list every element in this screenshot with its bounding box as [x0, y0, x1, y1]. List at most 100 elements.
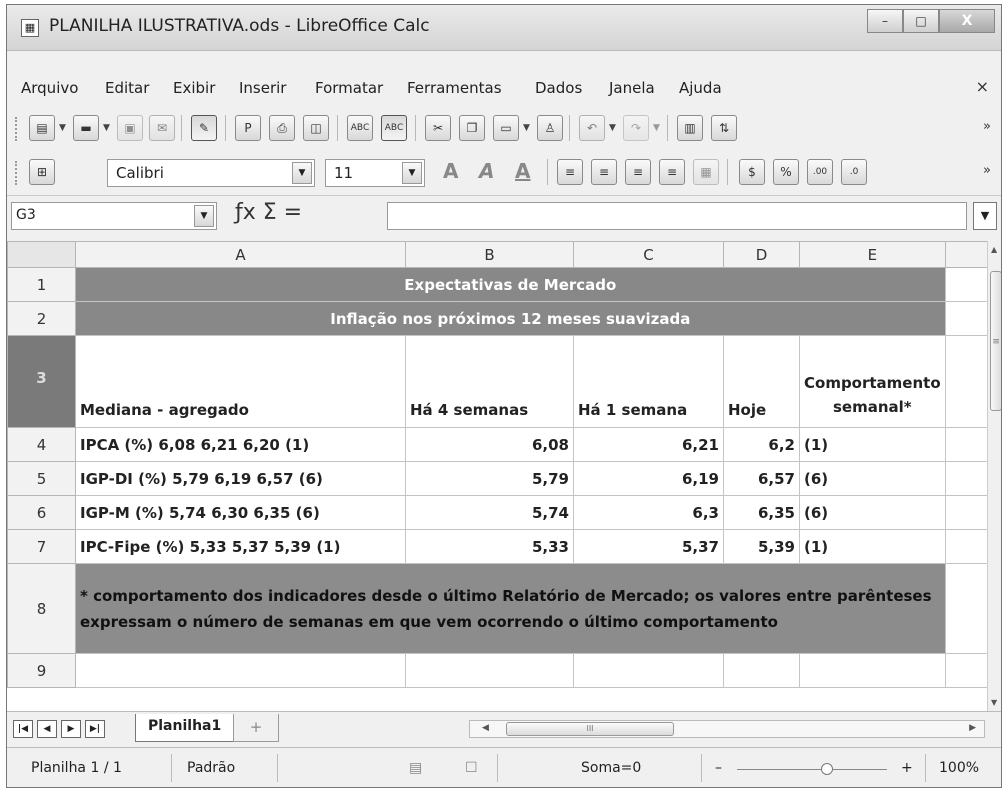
- vertical-scroll-thumb[interactable]: ≡: [990, 271, 1001, 411]
- cell-empty[interactable]: [573, 653, 724, 688]
- column-header-d[interactable]: D: [723, 241, 800, 268]
- bold-icon[interactable]: A: [443, 159, 458, 183]
- zoom-in-button[interactable]: +: [901, 760, 913, 776]
- copy-icon[interactable]: ❐: [459, 115, 485, 141]
- cell-header-c[interactable]: Há 1 semana: [573, 335, 724, 428]
- scroll-left-icon[interactable]: ◀: [482, 723, 489, 733]
- cell-b[interactable]: 5,74: [405, 495, 574, 530]
- row-header[interactable]: 9: [7, 653, 76, 688]
- justify-icon[interactable]: ≡: [659, 159, 685, 185]
- spreadsheet-grid[interactable]: A B C D E 1 Expectativas de Mercado 2 In…: [7, 241, 1001, 711]
- scroll-right-icon[interactable]: ▶: [969, 723, 976, 733]
- close-button[interactable]: X: [939, 9, 995, 33]
- cell-header-a[interactable]: Mediana - agregado: [75, 335, 406, 428]
- align-left-icon[interactable]: ≡: [557, 159, 583, 185]
- cell-header-d[interactable]: Hoje: [723, 335, 800, 428]
- cell-e[interactable]: (1): [799, 427, 946, 462]
- chevron-down-icon[interactable]: ▼: [609, 123, 616, 133]
- minimize-button[interactable]: –: [867, 9, 903, 33]
- row-header-selected[interactable]: 3: [7, 335, 76, 428]
- percent-icon[interactable]: %: [773, 159, 799, 185]
- page-style[interactable]: Padrão: [187, 760, 235, 776]
- chevron-down-icon[interactable]: ▼: [103, 123, 110, 133]
- cell-d[interactable]: 5,39: [723, 529, 800, 564]
- row-header[interactable]: 1: [7, 267, 76, 302]
- chevron-down-icon[interactable]: ▼: [523, 123, 530, 133]
- preview-icon[interactable]: ◫: [303, 115, 329, 141]
- merge-icon[interactable]: ▦: [693, 159, 719, 185]
- formula-input[interactable]: [387, 202, 967, 230]
- column-header-b[interactable]: B: [405, 241, 574, 268]
- row-header[interactable]: 4: [7, 427, 76, 462]
- cell-b[interactable]: 6,08: [405, 427, 574, 462]
- underline-icon[interactable]: A: [515, 159, 530, 183]
- menu-inserir[interactable]: Inserir: [239, 79, 286, 97]
- cell-b[interactable]: 5,33: [405, 529, 574, 564]
- chart-icon[interactable]: ▥: [677, 115, 703, 141]
- italic-icon[interactable]: A: [479, 159, 494, 183]
- menu-janela[interactable]: Janela: [609, 79, 655, 97]
- cell-empty[interactable]: [799, 653, 946, 688]
- cell-subtitle[interactable]: Inflação nos próximos 12 meses suavizada: [75, 301, 946, 336]
- cell-e[interactable]: (6): [799, 461, 946, 496]
- edit-icon[interactable]: ✎: [191, 115, 217, 141]
- currency-icon[interactable]: $: [739, 159, 765, 185]
- zoom-slider[interactable]: [737, 769, 887, 770]
- first-sheet-icon[interactable]: |◀: [13, 720, 33, 738]
- horizontal-scrollbar[interactable]: ◀ III ▶: [469, 720, 985, 738]
- column-header-e[interactable]: E: [799, 241, 946, 268]
- close-document-icon[interactable]: ×: [976, 77, 989, 96]
- cell-a[interactable]: IGP-DI (%) 5,79 6,19 6,57 (6): [75, 461, 406, 496]
- cell-c[interactable]: 6,3: [573, 495, 724, 530]
- undo-icon[interactable]: ↶: [579, 115, 605, 141]
- cell-note[interactable]: * comportamento dos indicadores desde o …: [75, 563, 946, 654]
- scroll-up-icon[interactable]: ▲: [991, 245, 997, 254]
- row-header[interactable]: 7: [7, 529, 76, 564]
- horizontal-scroll-thumb[interactable]: III: [506, 722, 674, 736]
- next-sheet-icon[interactable]: ▶: [61, 720, 81, 738]
- borders-icon[interactable]: ⊞: [29, 159, 55, 185]
- cell-b[interactable]: 5,79: [405, 461, 574, 496]
- expand-formula-icon[interactable]: ▼: [973, 202, 997, 230]
- scroll-down-icon[interactable]: ▼: [991, 698, 997, 707]
- zoom-slider-handle[interactable]: [821, 763, 833, 775]
- menu-ajuda[interactable]: Ajuda: [679, 79, 722, 97]
- row-header[interactable]: 6: [7, 495, 76, 530]
- spellcheck-icon[interactable]: ABC: [347, 115, 373, 141]
- cell-title[interactable]: Expectativas de Mercado: [75, 267, 946, 302]
- add-decimal-icon[interactable]: .00: [807, 159, 833, 185]
- cell-a[interactable]: IGP-M (%) 5,74 6,30 6,35 (6): [75, 495, 406, 530]
- more-tools-icon[interactable]: »: [983, 119, 991, 134]
- font-size-select[interactable]: 11 ▼: [325, 159, 425, 187]
- previous-sheet-icon[interactable]: ◀: [37, 720, 57, 738]
- zoom-out-button[interactable]: –: [715, 760, 722, 776]
- cell-c[interactable]: 6,19: [573, 461, 724, 496]
- row-header[interactable]: 2: [7, 301, 76, 336]
- sort-icon[interactable]: ⇅: [711, 115, 737, 141]
- chevron-down-icon[interactable]: ▼: [194, 205, 214, 227]
- name-box[interactable]: G3 ▼: [11, 202, 217, 230]
- cell-e[interactable]: (1): [799, 529, 946, 564]
- paste-icon[interactable]: ▭: [493, 115, 519, 141]
- cell-empty[interactable]: [723, 653, 800, 688]
- maximize-button[interactable]: □: [903, 9, 939, 33]
- vertical-scrollbar[interactable]: ▲ ≡ ▼: [987, 241, 1001, 711]
- redo-icon[interactable]: ↷: [623, 115, 649, 141]
- column-header-a[interactable]: A: [75, 241, 406, 268]
- toolbar-grip[interactable]: [15, 117, 18, 141]
- align-center-icon[interactable]: ≡: [591, 159, 617, 185]
- document-icon[interactable]: ▤: [29, 115, 55, 141]
- add-sheet-icon[interactable]: +: [233, 714, 279, 742]
- row-header[interactable]: 8: [7, 563, 76, 654]
- cell-header-b[interactable]: Há 4 semanas: [405, 335, 574, 428]
- cell-d[interactable]: 6,2: [723, 427, 800, 462]
- cell-d[interactable]: 6,57: [723, 461, 800, 496]
- toolbar-grip[interactable]: [15, 161, 18, 185]
- cell-c[interactable]: 5,37: [573, 529, 724, 564]
- chevron-down-icon[interactable]: ▼: [653, 123, 660, 133]
- folder-icon[interactable]: ▬: [73, 115, 99, 141]
- cell-c[interactable]: 6,21: [573, 427, 724, 462]
- font-name-select[interactable]: Calibri ▼: [107, 159, 315, 187]
- chevron-down-icon[interactable]: ▼: [59, 123, 66, 133]
- tab-planilha1[interactable]: Planilha1: [135, 714, 235, 742]
